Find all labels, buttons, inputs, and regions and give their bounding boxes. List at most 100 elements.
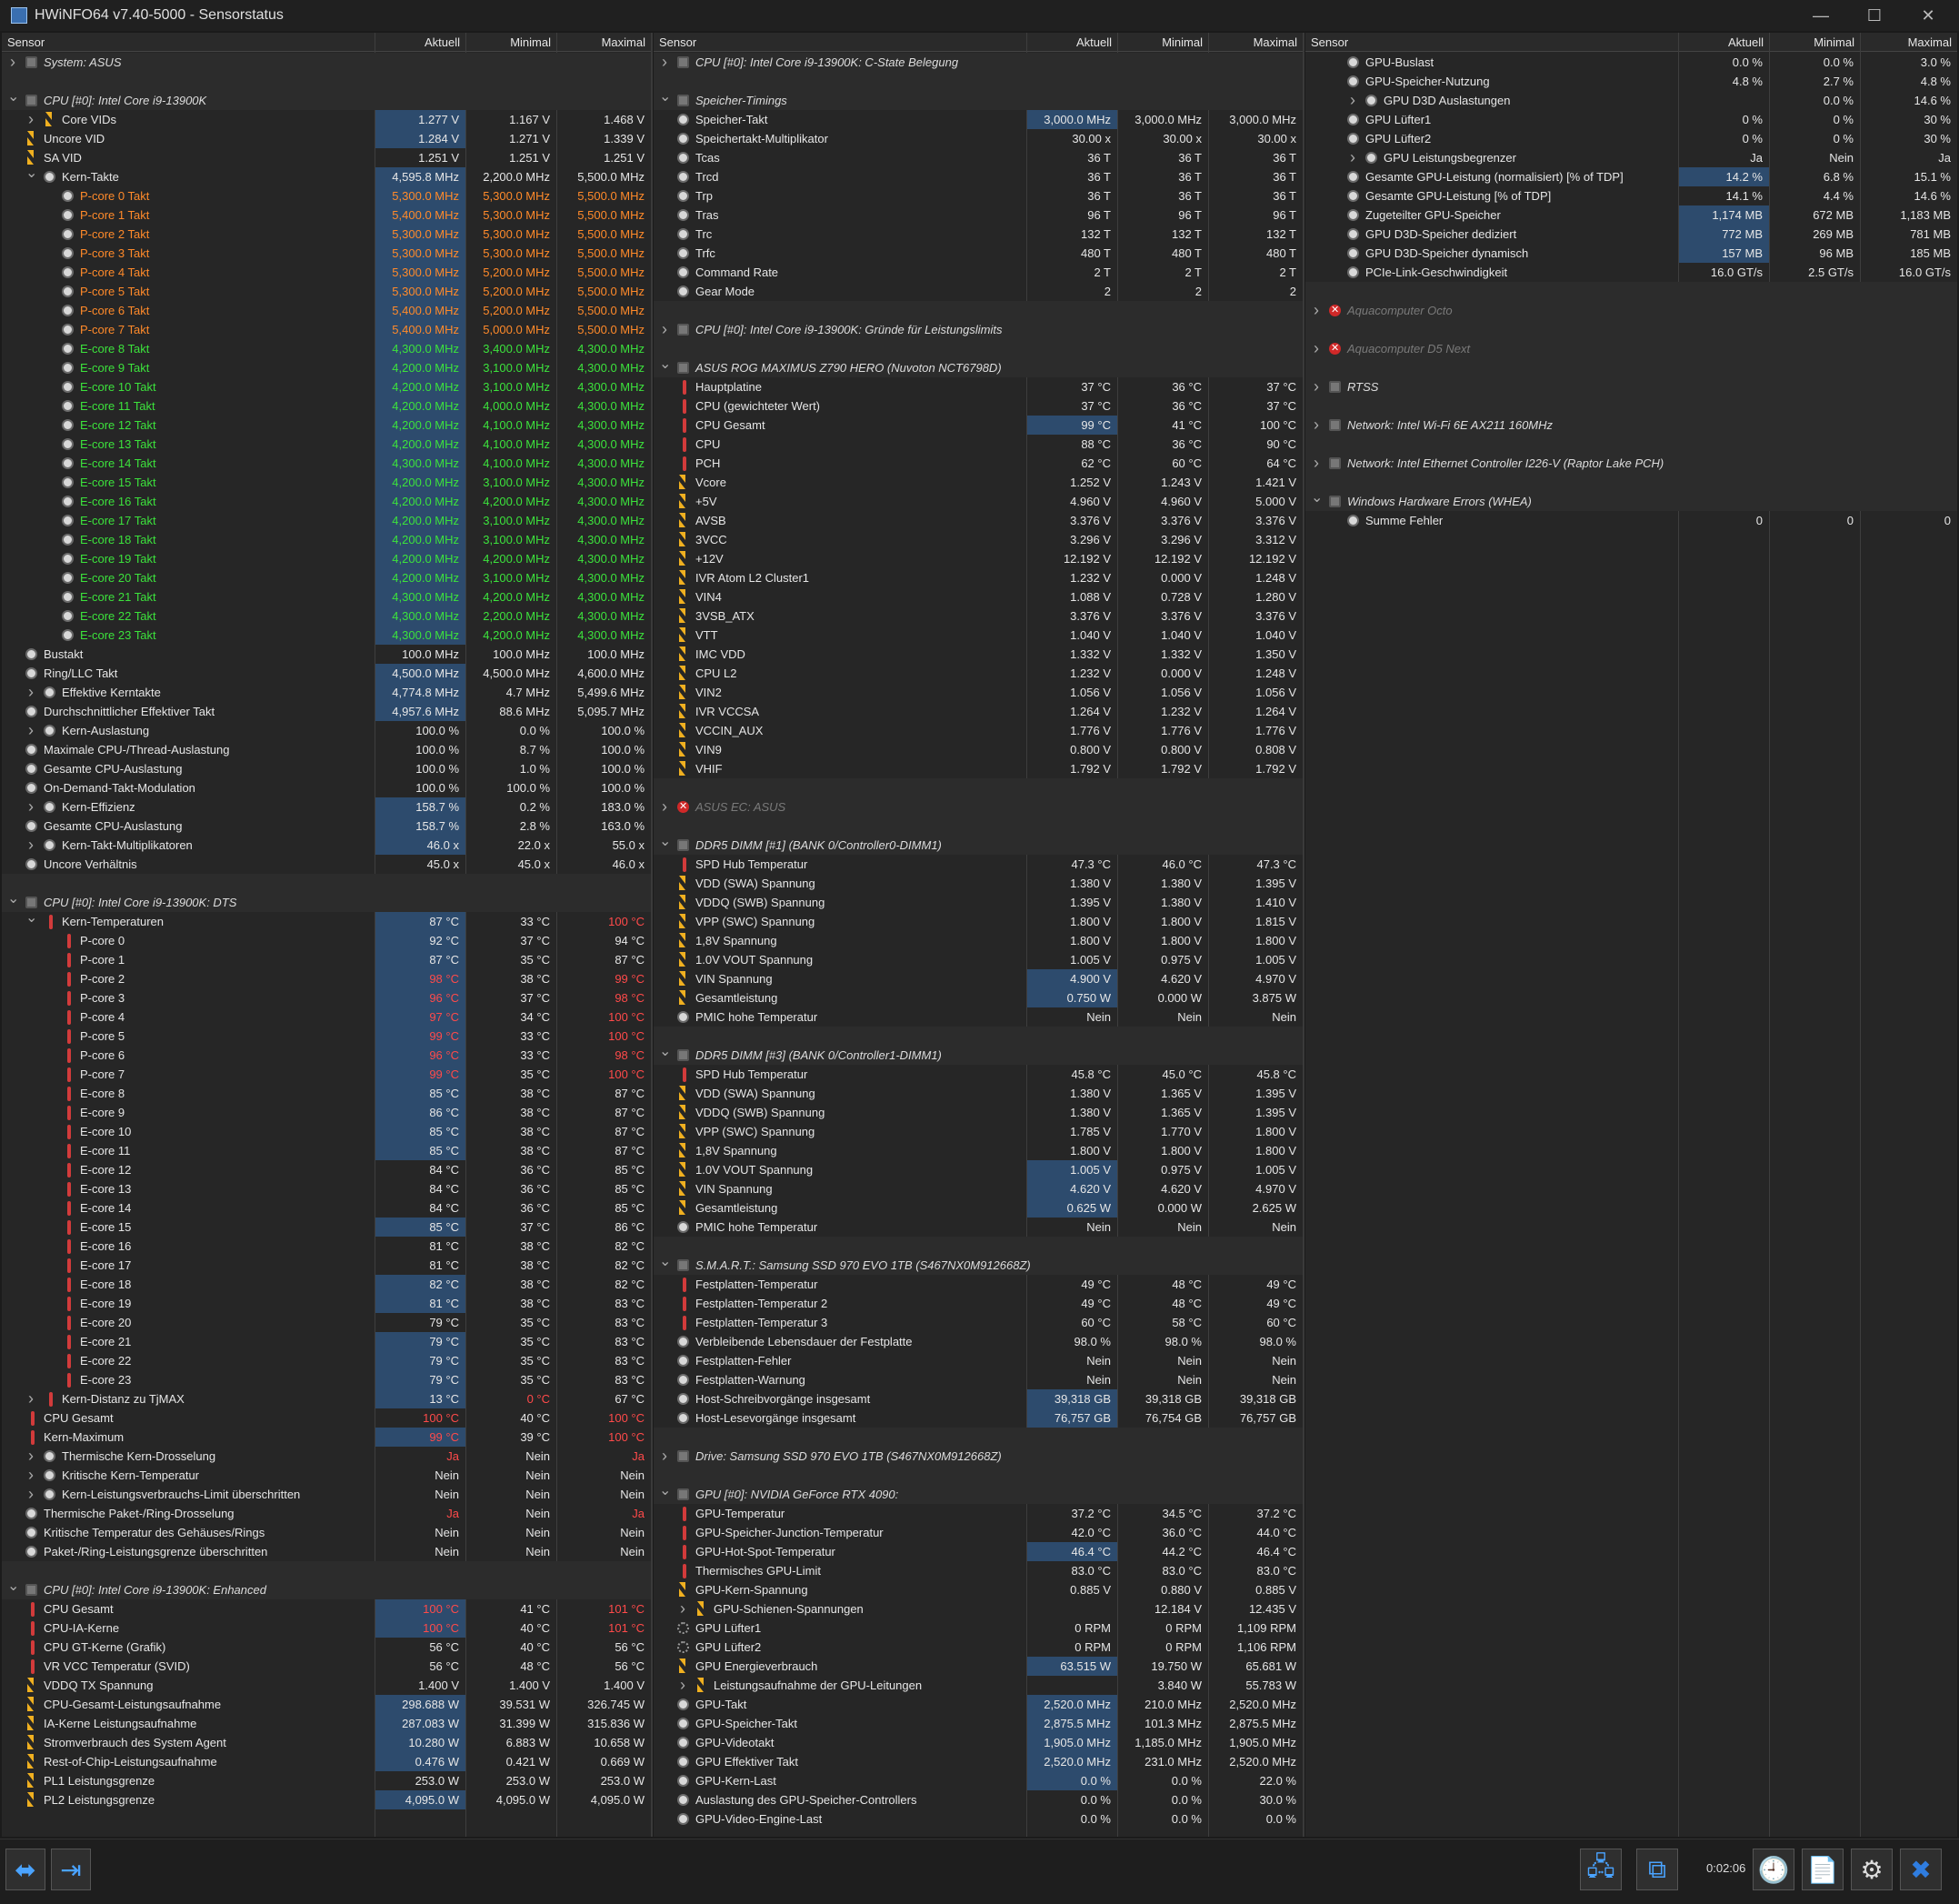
sensor-row[interactable]: 1.0V VOUT Spannung 1.005 V 0.975 V 1.005 V: [654, 950, 1303, 969]
sensor-row[interactable]: VDDQ (SWB) Spannung 1.395 V 1.380 V 1.410 V: [654, 893, 1303, 912]
sensor-row[interactable]: PMIC hohe Temperatur Nein Nein Nein: [654, 1218, 1303, 1237]
sensor-row[interactable]: 3VSB_ATX 3.376 V 3.376 V 3.376 V: [654, 606, 1303, 626]
sensor-row[interactable]: E-core 14 84 °C 36 °C 85 °C: [2, 1198, 651, 1218]
sensor-row[interactable]: VPP (SWC) Spannung 1.785 V 1.770 V 1.800 V: [654, 1122, 1303, 1141]
sensor-row[interactable]: E-core 10 85 °C 38 °C 87 °C: [2, 1122, 651, 1141]
sensor-row[interactable]: Host-Schreibvorgänge insgesamt 39,318 GB 3…: [654, 1389, 1303, 1408]
sensor-row[interactable]: › Kern-Distanz zu TjMAX 13 °C 0 °C 67 °C: [2, 1389, 651, 1408]
close-button[interactable]: ✖: [1900, 1849, 1942, 1890]
sensor-row[interactable]: GPU-Buslast 0.0 % 0.0 % 3.0 %: [1305, 53, 1957, 72]
sensor-row[interactable]: VIN Spannung 4.620 V 4.620 V 4.970 V: [654, 1179, 1303, 1198]
sensor-row[interactable]: GPU-Speicher-Takt 2,875.5 MHz 101.3 MHz 2,8…: [654, 1714, 1303, 1733]
chevron-right-icon[interactable]: ›: [25, 1485, 36, 1504]
sensor-row[interactable]: › GPU-Schienen-Spannungen 12.184 V 12.435 V: [654, 1599, 1303, 1618]
chevron-right-icon[interactable]: ›: [25, 110, 36, 129]
network-button[interactable]: 🖧: [1580, 1849, 1622, 1890]
maximize-button[interactable]: ☐: [1849, 2, 1900, 29]
sensor-row[interactable]: E-core 9 86 °C 38 °C 87 °C: [2, 1103, 651, 1122]
sensor-row[interactable]: Verbleibende Lebensdauer der Festplatte 9…: [654, 1332, 1303, 1351]
sensor-row[interactable]: › Kern-Leistungsverbrauchs-Limit überschr…: [2, 1485, 651, 1504]
sensor-group[interactable]: › Aquacomputer D5 Next: [1305, 339, 1957, 358]
layout-button[interactable]: ⧉: [1636, 1849, 1678, 1890]
sensor-row[interactable]: E-core 20 79 °C 35 °C 83 °C: [2, 1313, 651, 1332]
sensor-group[interactable]: ⌄ Windows Hardware Errors (WHEA): [1305, 490, 1957, 511]
sensor-row[interactable]: PMIC hohe Temperatur Nein Nein Nein: [654, 1007, 1303, 1027]
header-col-current[interactable]: Aktuell: [375, 35, 460, 49]
chevron-down-icon[interactable]: ⌄: [659, 1481, 671, 1500]
report-button[interactable]: 📄: [1802, 1849, 1844, 1890]
sensor-row[interactable]: P-core 5 99 °C 33 °C 100 °C: [2, 1027, 651, 1046]
sensor-row[interactable]: Thermisches GPU-Limit 83.0 °C 83.0 °C 83.0 …: [654, 1561, 1303, 1580]
sensor-row[interactable]: P-core 1 Takt 5,400.0 MHz 5,300.0 MHz 5,500…: [2, 205, 651, 225]
sensor-row[interactable]: GPU Energieverbrauch 63.515 W 19.750 W 65.6…: [654, 1657, 1303, 1676]
sensor-row[interactable]: SPD Hub Temperatur 47.3 °C 46.0 °C 47.3 °C: [654, 855, 1303, 874]
sensor-row[interactable]: Gesamte CPU-Auslastung 100.0 % 1.0 % 100.0 …: [2, 759, 651, 778]
sensor-row[interactable]: Ring/LLC Takt 4,500.0 MHz 4,500.0 MHz 4,600…: [2, 664, 651, 683]
header-col-current[interactable]: Aktuell: [1678, 35, 1764, 49]
sensor-row[interactable]: Tcas 36 T 36 T 36 T: [654, 148, 1303, 167]
sensor-row[interactable]: E-core 11 Takt 4,200.0 MHz 4,000.0 MHz 4,30…: [2, 396, 651, 416]
sensor-row[interactable]: +5V 4.960 V 4.960 V 5.000 V: [654, 492, 1303, 511]
sensor-group[interactable]: ⌄ S.M.A.R.T.: Samsung SSD 970 EVO 1TB (S4…: [654, 1254, 1303, 1275]
sensor-row[interactable]: P-core 4 97 °C 34 °C 100 °C: [2, 1007, 651, 1027]
sensor-row[interactable]: GPU Lüfter2 0 RPM 0 RPM 1,106 RPM: [654, 1638, 1303, 1657]
sensor-row[interactable]: Uncore VID 1.284 V 1.271 V 1.339 V: [2, 129, 651, 148]
sensor-row[interactable]: P-core 3 Takt 5,300.0 MHz 5,300.0 MHz 5,500…: [2, 244, 651, 263]
sensor-row[interactable]: E-core 15 85 °C 37 °C 86 °C: [2, 1218, 651, 1237]
sensor-row[interactable]: GPU-Kern-Last 0.0 % 0.0 % 22.0 %: [654, 1771, 1303, 1790]
sensor-row[interactable]: CPU Gesamt 100 °C 40 °C 100 °C: [2, 1408, 651, 1428]
sensor-row[interactable]: P-core 5 Takt 5,300.0 MHz 5,200.0 MHz 5,500…: [2, 282, 651, 301]
sensor-row[interactable]: PL2 Leistungsgrenze 4,095.0 W 4,095.0 W 4,0…: [2, 1790, 651, 1809]
chevron-right-icon[interactable]: ›: [25, 1389, 36, 1408]
sensor-group[interactable]: › ASUS EC: ASUS: [654, 797, 1303, 817]
sensor-row[interactable]: P-core 0 Takt 5,300.0 MHz 5,300.0 MHz 5,500…: [2, 186, 651, 205]
sensor-row[interactable]: Thermische Paket-/Ring-Drosselung Ja Nein J…: [2, 1504, 651, 1523]
sensor-row[interactable]: E-core 14 Takt 4,300.0 MHz 4,100.0 MHz 4,30…: [2, 454, 651, 473]
sensor-row[interactable]: 1,8V Spannung 1.800 V 1.800 V 1.800 V: [654, 1141, 1303, 1160]
sensor-row[interactable]: Kritische Temperatur des Gehäuses/Rings N…: [2, 1523, 651, 1542]
chevron-down-icon[interactable]: ⌄: [659, 832, 671, 851]
sensor-row[interactable]: › Thermische Kern-Drosselung Ja Nein Ja: [2, 1447, 651, 1466]
chevron-right-icon[interactable]: ›: [25, 836, 36, 855]
sensor-group[interactable]: › System: ASUS: [2, 53, 651, 72]
sensor-row[interactable]: GPU D3D-Speicher dediziert 772 MB 269 MB 78…: [1305, 225, 1957, 244]
sensor-row[interactable]: Stromverbrauch des System Agent 10.280 W 6…: [2, 1733, 651, 1752]
sensor-row[interactable]: P-core 3 96 °C 37 °C 98 °C: [2, 988, 651, 1007]
sensor-panel-left[interactable]: Sensor Aktuell Minimal Maximal › System: ASUS…: [2, 33, 653, 1837]
sensor-group[interactable]: ⌄ DDR5 DIMM [#1] (BANK 0/Controller0-DIMM…: [654, 834, 1303, 855]
sensor-row[interactable]: IMC VDD 1.332 V 1.332 V 1.350 V: [654, 645, 1303, 664]
chevron-right-icon[interactable]: ›: [677, 1676, 688, 1695]
sensor-row[interactable]: Gesamte GPU-Leistung [% of TDP] 14.1 % 4.4…: [1305, 186, 1957, 205]
sensor-group[interactable]: ⌄ DDR5 DIMM [#3] (BANK 0/Controller1-DIMM…: [654, 1044, 1303, 1065]
sensor-row[interactable]: E-core 22 79 °C 35 °C 83 °C: [2, 1351, 651, 1370]
sensor-row[interactable]: E-core 13 84 °C 36 °C 85 °C: [2, 1179, 651, 1198]
sensor-row[interactable]: E-core 17 Takt 4,200.0 MHz 3,100.0 MHz 4,30…: [2, 511, 651, 530]
header-col-sensor[interactable]: Sensor: [1311, 35, 1348, 49]
chevron-down-icon[interactable]: ⌄: [25, 164, 37, 183]
chevron-right-icon[interactable]: ›: [1347, 91, 1358, 110]
sensor-row[interactable]: P-core 6 Takt 5,400.0 MHz 5,200.0 MHz 5,500…: [2, 301, 651, 320]
sensor-row[interactable]: On-Demand-Takt-Modulation 100.0 % 100.0 % 1…: [2, 778, 651, 797]
chevron-right-icon[interactable]: ›: [25, 1466, 36, 1485]
sensor-row[interactable]: Hauptplatine 37 °C 36 °C 37 °C: [654, 377, 1303, 396]
sensor-row[interactable]: › Core VIDs 1.277 V 1.167 V 1.468 V: [2, 110, 651, 129]
chevron-right-icon[interactable]: ›: [25, 797, 36, 817]
sensor-row[interactable]: GPU Lüfter2 0 % 0 % 30 %: [1305, 129, 1957, 148]
sensor-row[interactable]: P-core 4 Takt 5,300.0 MHz 5,200.0 MHz 5,500…: [2, 263, 651, 282]
sensor-row[interactable]: GPU D3D-Speicher dynamisch 157 MB 96 MB 185…: [1305, 244, 1957, 263]
sensor-row[interactable]: E-core 23 Takt 4,300.0 MHz 4,200.0 MHz 4,30…: [2, 626, 651, 645]
sensor-row[interactable]: Trfc 480 T 480 T 480 T: [654, 244, 1303, 263]
sensor-row[interactable]: VDD (SWA) Spannung 1.380 V 1.380 V 1.395 V: [654, 874, 1303, 893]
sensor-row[interactable]: GPU-Speicher-Junction-Temperatur 42.0 °C 3…: [654, 1523, 1303, 1542]
sensor-row[interactable]: E-core 16 Takt 4,200.0 MHz 4,200.0 MHz 4,30…: [2, 492, 651, 511]
sensor-row[interactable]: P-core 1 87 °C 35 °C 87 °C: [2, 950, 651, 969]
settings-button[interactable]: ⚙: [1851, 1849, 1893, 1890]
sensor-row[interactable]: › Kern-Takt-Multiplikatoren 46.0 x 22.0 x 55…: [2, 836, 651, 855]
chevron-down-icon[interactable]: ⌄: [659, 355, 671, 374]
sensor-row[interactable]: Durchschnittlicher Effektiver Takt 4,957.…: [2, 702, 651, 721]
chevron-right-icon[interactable]: ›: [659, 53, 670, 72]
sensor-row[interactable]: E-core 19 Takt 4,200.0 MHz 4,200.0 MHz 4,30…: [2, 549, 651, 568]
sensor-row[interactable]: E-core 22 Takt 4,300.0 MHz 2,200.0 MHz 4,30…: [2, 606, 651, 626]
sensor-group[interactable]: ⌄ CPU [#0]: Intel Core i9-13900K: DTS: [2, 891, 651, 912]
chevron-right-icon[interactable]: ›: [677, 1599, 688, 1618]
